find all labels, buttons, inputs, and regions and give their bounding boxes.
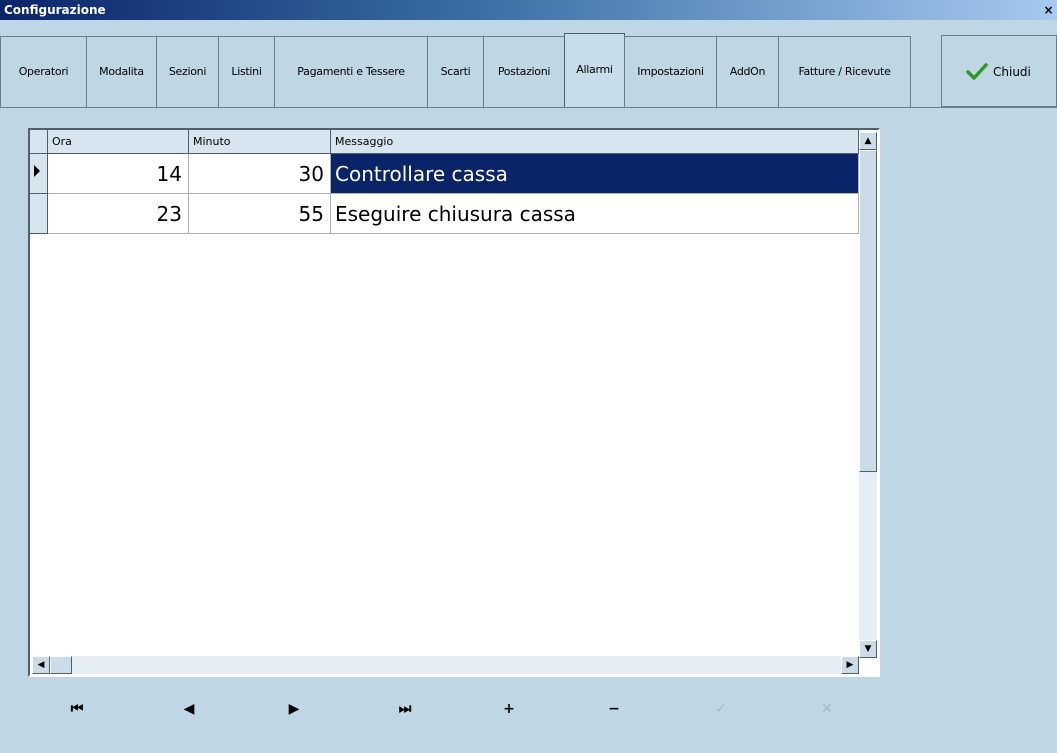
db-navigator: ⏮ ◀ ▶ ⏭ + − ✓ ✕ [0,688,1057,728]
cell-messaggio[interactable]: Eseguire chiusura cassa [331,194,859,234]
tab-addon[interactable]: AddOn [716,36,779,108]
chiudi-button[interactable]: Chiudi [941,35,1057,107]
horizontal-scroll-thumb[interactable] [50,656,72,674]
tab-label: Scarti [440,65,471,78]
title-bar: Configurazione × [0,0,1057,20]
row-indicator[interactable] [30,194,48,234]
delete-record-icon[interactable]: − [601,698,627,720]
chiudi-label: Chiudi [993,65,1031,79]
post-edit-icon: ✓ [715,701,727,717]
current-row-arrow-icon [34,165,40,177]
grid-corner [30,130,48,154]
last-record-icon[interactable]: ⏭ [392,698,418,720]
vertical-scrollbar[interactable]: ▲ ▼ [859,132,877,658]
tab-fatture-ricevute[interactable]: Fatture / Ricevute [778,36,911,108]
scroll-right-icon[interactable]: ▶ [841,656,859,674]
tab-sezioni[interactable]: Sezioni [156,36,219,108]
scroll-left-icon[interactable]: ◀ [32,656,50,674]
row-indicator[interactable] [30,154,48,194]
tab-postazioni[interactable]: Postazioni [483,36,565,108]
tab-label: Postazioni [497,65,551,78]
vertical-scroll-thumb[interactable] [859,150,877,472]
close-window-icon[interactable]: × [1040,2,1057,18]
cell-minuto[interactable]: 55 [189,194,331,234]
alarms-grid[interactable]: Ora Minuto Messaggio 14 30 Controllare c… [28,128,880,677]
tab-label: Impostazioni [637,65,704,78]
column-header-label: Messaggio [335,135,394,148]
tab-pagamenti-e-tessere[interactable]: Pagamenti e Tessere [274,36,428,108]
tab-scarti[interactable]: Scarti [427,36,484,108]
tab-allarmi[interactable]: Allarmi [564,33,625,108]
column-header-messaggio[interactable]: Messaggio [331,130,859,154]
first-record-icon[interactable]: ⏮ [64,698,90,720]
tab-label: Operatori [18,65,69,78]
tab-label: Sezioni [168,65,207,78]
tab-impostazioni[interactable]: Impostazioni [624,36,717,108]
tab-label: Pagamenti e Tessere [297,65,405,78]
cell-messaggio[interactable]: Controllare cassa [331,154,859,194]
tab-label: Modalita [99,65,144,78]
prior-record-icon[interactable]: ◀ [176,698,202,720]
window-title: Configurazione [4,3,106,17]
scroll-down-icon[interactable]: ▼ [859,640,877,658]
cancel-edit-icon: ✕ [821,701,833,717]
tab-operatori[interactable]: Operatori [0,36,87,108]
tab-label: Allarmi [576,63,613,76]
horizontal-scrollbar[interactable]: ◀ ▶ [32,656,859,674]
insert-record-icon[interactable]: + [496,698,522,720]
column-header-minuto[interactable]: Minuto [189,130,331,154]
column-header-ora[interactable]: Ora [48,130,189,154]
next-record-icon[interactable]: ▶ [281,698,307,720]
tab-strip-divider [0,107,1057,108]
tab-label: Fatture / Ricevute [798,65,891,78]
tab-label: Listini [231,65,262,78]
tab-modalita[interactable]: Modalita [86,36,157,108]
column-header-label: Minuto [193,135,231,148]
column-header-label: Ora [52,135,72,148]
cell-minuto[interactable]: 30 [189,154,331,194]
checkmark-icon [966,62,988,83]
cell-ora[interactable]: 23 [48,194,189,234]
cell-ora[interactable]: 14 [48,154,189,194]
tab-listini[interactable]: Listini [218,36,275,108]
scroll-up-icon[interactable]: ▲ [859,132,877,150]
tab-label: AddOn [729,65,766,78]
